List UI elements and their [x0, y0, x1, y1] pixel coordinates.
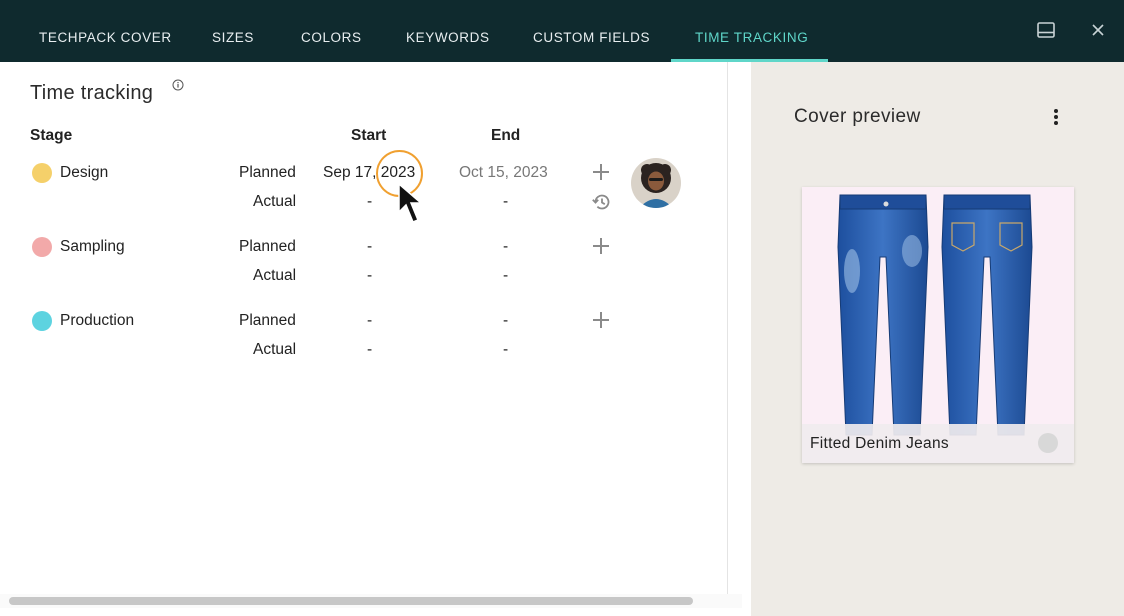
sampling-actual-end[interactable]: - [503, 267, 508, 285]
panel-divider [727, 62, 728, 594]
tab-time-tracking[interactable]: TIME TRACKING [693, 0, 810, 62]
status-indicator[interactable] [1038, 433, 1058, 453]
jeans-image [837, 194, 1033, 436]
header-stage: Stage [30, 127, 73, 144]
tab-custom-fields[interactable]: CUSTOM FIELDS [531, 0, 652, 62]
production-actual-end[interactable]: - [503, 341, 508, 359]
actual-label: Actual [253, 193, 297, 210]
cover-image-card[interactable]: Fitted Denim Jeans [802, 187, 1074, 463]
sampling-planned-start[interactable]: - [367, 238, 372, 256]
tab-techpack-cover[interactable]: TECHPACK COVER [37, 0, 174, 62]
more-vertical-icon[interactable] [1046, 106, 1066, 128]
close-icon[interactable] [1088, 20, 1108, 40]
header-end: End [491, 127, 521, 144]
add-planned-production-button[interactable] [593, 312, 609, 328]
stage-name-sampling: Sampling [60, 238, 125, 255]
horizontal-scrollbar-thumb[interactable] [9, 597, 693, 605]
time-tracking-panel [0, 62, 742, 616]
sampling-planned-end[interactable]: - [503, 238, 508, 256]
actual-label: Actual [253, 341, 297, 358]
design-actual-end[interactable]: - [503, 193, 508, 211]
info-icon[interactable] [172, 79, 184, 91]
tab-colors[interactable]: COLORS [299, 0, 364, 62]
panel-toggle-icon[interactable] [1036, 20, 1056, 40]
planned-label: Planned [239, 164, 296, 181]
stage-color-dot-production [32, 311, 52, 331]
add-planned-design-button[interactable] [593, 164, 609, 180]
cover-preview-title: Cover preview [794, 106, 921, 127]
mouse-pointer-icon [398, 182, 424, 223]
design-planned-end[interactable]: Oct 15, 2023 [459, 164, 548, 182]
design-actual-start[interactable]: - [367, 193, 372, 211]
production-actual-start[interactable]: - [367, 341, 372, 359]
card-title: Fitted Denim Jeans [810, 435, 949, 452]
sampling-actual-start[interactable]: - [367, 267, 372, 285]
tab-sizes[interactable]: SIZES [210, 0, 256, 62]
actual-label: Actual [253, 267, 297, 284]
stage-name-design: Design [60, 164, 109, 181]
stage-color-dot-sampling [32, 237, 52, 257]
planned-label: Planned [239, 238, 296, 255]
tab-keywords[interactable]: KEYWORDS [404, 0, 492, 62]
stage-name-production: Production [60, 312, 135, 329]
header-start: Start [351, 127, 387, 144]
stage-color-dot-design [32, 163, 52, 183]
production-planned-end[interactable]: - [503, 312, 508, 330]
history-icon[interactable] [590, 191, 612, 213]
avatar[interactable] [631, 158, 681, 208]
planned-label: Planned [239, 312, 296, 329]
production-planned-start[interactable]: - [367, 312, 372, 330]
section-title: Time tracking [30, 82, 154, 104]
top-tab-bar: TECHPACK COVER SIZES COLORS KEYWORDS CUS… [0, 0, 1124, 62]
add-planned-sampling-button[interactable] [593, 238, 609, 254]
